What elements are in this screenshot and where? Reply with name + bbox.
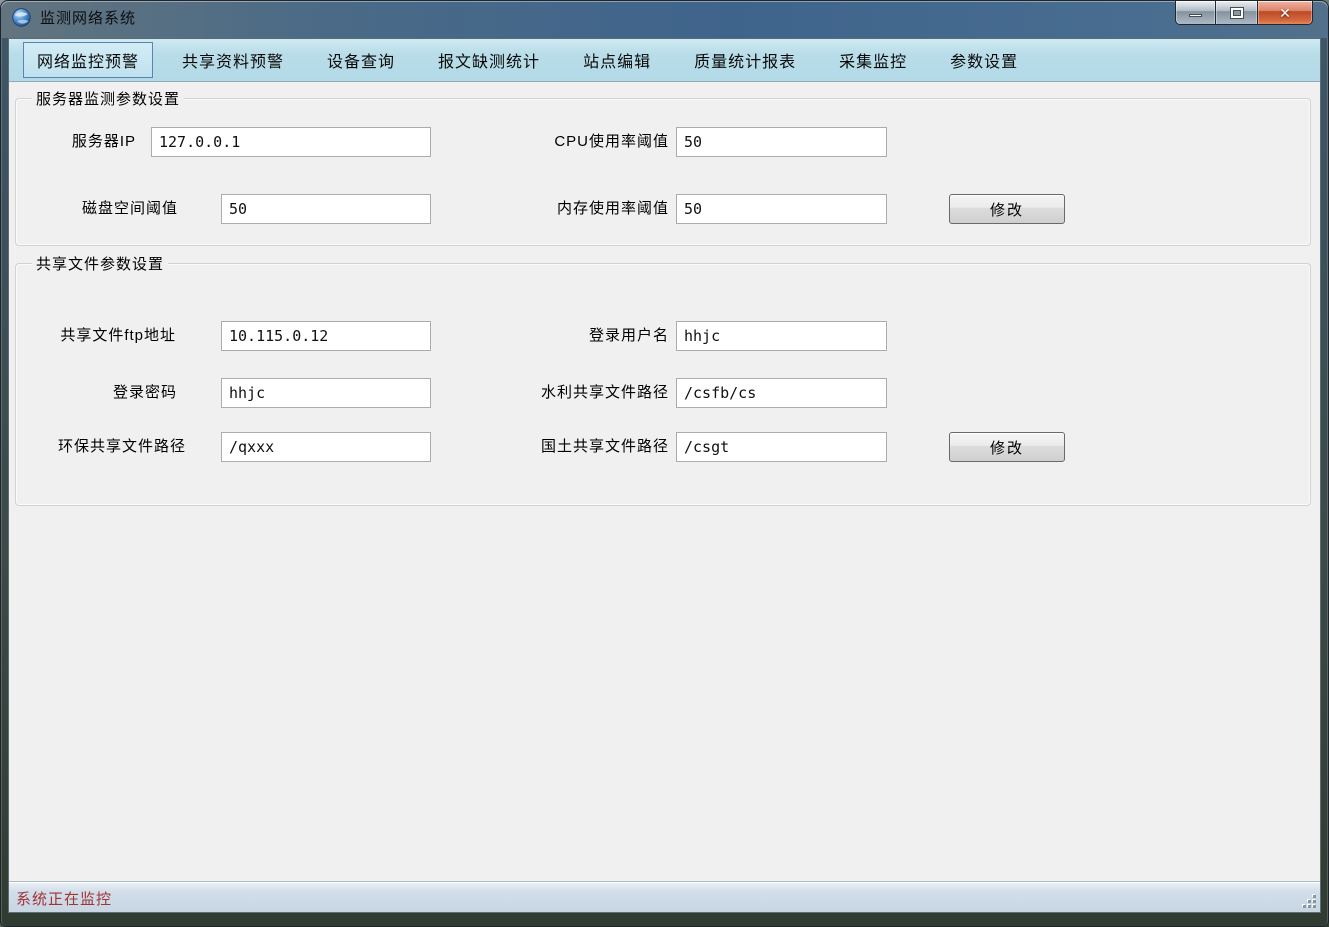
tab-device-query[interactable]: 设备查询 xyxy=(313,42,409,78)
water-share-path-label: 水利共享文件路径 xyxy=(449,378,669,408)
memory-threshold-input[interactable] xyxy=(676,194,887,224)
land-share-path-label: 国土共享文件路径 xyxy=(449,432,669,462)
cpu-threshold-input[interactable] xyxy=(676,127,887,157)
app-window: 监测网络系统 ✕ 网络监控预警 共享资料预警 设备查询 报文缺测统计 站点编辑 … xyxy=(0,0,1329,927)
tab-message-missing-stats[interactable]: 报文缺测统计 xyxy=(424,42,554,78)
cpu-threshold-label: CPU使用率阈值 xyxy=(469,127,669,157)
memory-threshold-label: 内存使用率阈值 xyxy=(469,194,669,224)
ftp-address-label: 共享文件ftp地址 xyxy=(9,321,176,351)
globe-icon xyxy=(11,7,32,28)
env-share-path-label: 环保共享文件路径 xyxy=(9,432,186,462)
tab-parameter-settings[interactable]: 参数设置 xyxy=(936,42,1032,78)
client-area: 网络监控预警 共享资料预警 设备查询 报文缺测统计 站点编辑 质量统计报表 采集… xyxy=(8,38,1321,913)
env-share-path-input[interactable] xyxy=(221,432,431,462)
window-title: 监测网络系统 xyxy=(40,7,136,28)
login-username-input[interactable] xyxy=(676,321,887,351)
minimize-icon xyxy=(1189,14,1202,17)
server-ip-label: 服务器IP xyxy=(9,127,136,157)
disk-threshold-input[interactable] xyxy=(221,194,431,224)
tab-collection-monitor[interactable]: 采集监控 xyxy=(825,42,921,78)
ftp-address-input[interactable] xyxy=(221,321,431,351)
disk-threshold-label: 磁盘空间阈值 xyxy=(9,194,178,224)
server-group-title: 服务器监测参数设置 xyxy=(32,88,184,109)
close-icon: ✕ xyxy=(1279,6,1291,20)
tab-bar: 网络监控预警 共享资料预警 设备查询 报文缺测统计 站点编辑 质量统计报表 采集… xyxy=(9,39,1320,82)
settings-panel: 服务器监测参数设置 共享文件参数设置 服务器IP CPU使用率阈值 磁盘空间阈值… xyxy=(9,82,1320,882)
tab-station-edit[interactable]: 站点编辑 xyxy=(569,42,665,78)
minimize-button[interactable] xyxy=(1175,1,1216,25)
close-button[interactable]: ✕ xyxy=(1257,1,1313,25)
tab-shared-data-alert[interactable]: 共享资料预警 xyxy=(168,42,298,78)
login-password-label: 登录密码 xyxy=(9,378,177,408)
share-modify-button[interactable]: 修改 xyxy=(949,432,1065,462)
tab-quality-report[interactable]: 质量统计报表 xyxy=(680,42,810,78)
tab-network-monitor-alert[interactable]: 网络监控预警 xyxy=(23,42,153,78)
login-password-input[interactable] xyxy=(221,378,431,408)
status-bar: 系统正在监控 xyxy=(9,882,1320,912)
title-bar[interactable]: 监测网络系统 ✕ xyxy=(1,1,1328,38)
caption-buttons: ✕ xyxy=(1175,1,1313,25)
land-share-path-input[interactable] xyxy=(676,432,887,462)
water-share-path-input[interactable] xyxy=(676,378,887,408)
login-username-label: 登录用户名 xyxy=(469,321,669,351)
maximize-button[interactable] xyxy=(1216,1,1257,25)
share-group-title: 共享文件参数设置 xyxy=(32,253,168,274)
server-modify-button[interactable]: 修改 xyxy=(949,194,1065,224)
server-ip-input[interactable] xyxy=(151,127,431,157)
resize-grip-icon[interactable] xyxy=(1302,894,1316,908)
maximize-icon xyxy=(1231,8,1243,18)
status-message: 系统正在监控 xyxy=(16,888,112,909)
